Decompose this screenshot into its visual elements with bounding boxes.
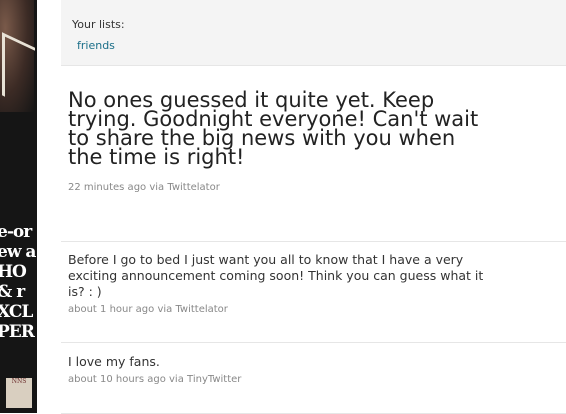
tweet-timestamp[interactable]: about 1 hour ago bbox=[68, 304, 154, 315]
tweet-item: I love my fans. about 10 hours ago via T… bbox=[61, 343, 566, 414]
tweet-item: No ones guessed it quite yet. Keep tryin… bbox=[61, 65, 566, 242]
background-stamp: NNS bbox=[6, 378, 32, 408]
tweet-source-link[interactable]: TinyTwitter bbox=[187, 374, 241, 385]
profile-background-image: e-or ew a HO & r XCL PER NNS bbox=[0, 0, 37, 413]
tweet-text: I love my fans. bbox=[68, 354, 160, 369]
your-lists-panel: Your lists: friends bbox=[61, 0, 566, 66]
tweet-timestamp[interactable]: 22 minutes ago bbox=[68, 182, 146, 193]
poster-line: HO bbox=[0, 262, 27, 282]
tweet-meta: about 10 hours ago via TinyTwitter bbox=[68, 374, 241, 385]
timeline-column: Your lists: friends No ones guessed it q… bbox=[61, 0, 566, 414]
tweet-text: Before I go to bed I just want you all t… bbox=[68, 252, 484, 299]
poster-line: PER bbox=[0, 322, 35, 342]
list-link-friends[interactable]: friends bbox=[77, 39, 115, 52]
poster-line: e-or bbox=[0, 222, 32, 242]
background-poster-text: e-or ew a HO & r XCL PER bbox=[0, 222, 37, 342]
tweet-source-link[interactable]: Twittelator bbox=[167, 182, 219, 193]
poster-line: ew a bbox=[0, 242, 36, 262]
lists-heading: Your lists: bbox=[72, 18, 125, 31]
via-label: via bbox=[157, 304, 173, 315]
poster-line: XCL bbox=[0, 302, 33, 322]
via-label: via bbox=[149, 182, 165, 193]
tweet-item: Before I go to bed I just want you all t… bbox=[61, 242, 566, 343]
poster-line: & r bbox=[0, 282, 25, 302]
tweet-text: No ones guessed it quite yet. Keep tryin… bbox=[68, 88, 479, 169]
tweet-timestamp[interactable]: about 10 hours ago bbox=[68, 374, 166, 385]
via-label: via bbox=[169, 374, 184, 385]
tweet-meta: about 1 hour ago via Twittelator bbox=[68, 304, 228, 315]
tweet-meta: 22 minutes ago via Twittelator bbox=[68, 182, 220, 193]
tweet-source-link[interactable]: Twittelator bbox=[175, 304, 227, 315]
